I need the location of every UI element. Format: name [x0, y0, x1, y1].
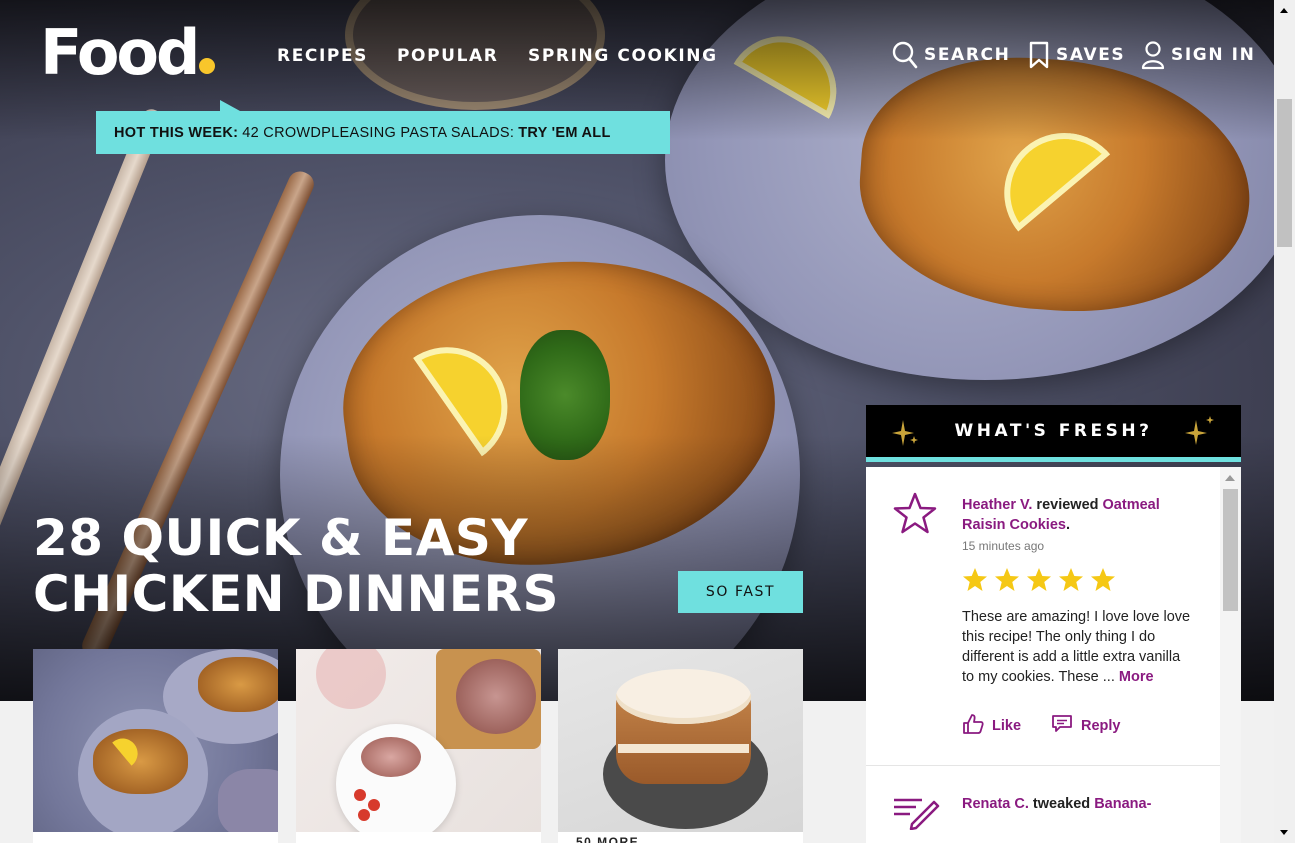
nav-recipes-link[interactable]: RECIPES [277, 46, 368, 66]
whats-fresh-header: WHAT'S FRESH? [866, 405, 1241, 462]
nav-spring-cooking-link[interactable]: SPRING COOKING [528, 46, 718, 66]
recipe-card[interactable]: 50 MORE [558, 649, 803, 843]
thumbs-up-icon [962, 713, 984, 739]
scroll-down-arrow[interactable] [1280, 830, 1288, 835]
bookmark-icon [1028, 40, 1050, 70]
promo-text: 42 CROWDPLEASING PASTA SALADS: [242, 124, 515, 141]
star-filled-icon [995, 568, 1019, 591]
star-filled-icon [1027, 568, 1051, 591]
saves-label: SAVES [1056, 45, 1126, 65]
whats-fresh-body: Heather V. reviewed Oatmeal Raisin Cooki… [866, 467, 1241, 843]
star-filled-icon [963, 568, 987, 591]
feed-timestamp: 15 minutes ago [962, 539, 1045, 553]
feed-item: Heather V. reviewed Oatmeal Raisin Cooki… [866, 467, 1220, 765]
star-filled-icon [1059, 568, 1083, 591]
activity-feed: Heather V. reviewed Oatmeal Raisin Cooki… [866, 467, 1220, 843]
star-outline-icon [892, 491, 938, 542]
ham-dinner-photo [296, 649, 541, 832]
feed-scrollbar[interactable] [1220, 467, 1241, 843]
so-fast-badge[interactable]: SO FAST [678, 571, 803, 613]
logo-text: Food [40, 16, 200, 89]
promo-lead: HOT THIS WEEK: [114, 124, 239, 141]
like-button[interactable]: Like [962, 713, 1021, 739]
review-body: These are amazing! I love love love this… [962, 609, 1191, 685]
more-link[interactable]: More [1119, 669, 1154, 685]
feed-verb: tweaked [1032, 796, 1091, 812]
scroll-thumb[interactable] [1277, 99, 1292, 247]
scroll-thumb[interactable] [1223, 489, 1238, 611]
recipe-card[interactable] [296, 649, 541, 843]
whats-fresh-title: WHAT'S FRESH? [954, 421, 1153, 441]
promo-banner[interactable]: HOT THIS WEEK: 42 CROWDPLEASING PASTA SA… [96, 100, 670, 154]
carrot-cake-photo [558, 649, 803, 832]
feed-headline: Heather V. reviewed Oatmeal Raisin Cooki… [962, 497, 1160, 533]
nav-popular-link[interactable]: POPULAR [397, 46, 498, 66]
feed-actions: Like Reply [962, 713, 1196, 765]
whats-fresh-panel: WHAT'S FRESH? Heather V. reviewed Oatmea… [866, 405, 1241, 843]
feed-user-link[interactable]: Heather V. [962, 497, 1032, 513]
pencil-lines-icon [892, 790, 940, 835]
like-label: Like [992, 718, 1022, 734]
page-scrollbar[interactable] [1274, 0, 1295, 843]
sparkle-icon [1183, 414, 1217, 451]
review-text: These are amazing! I love love love this… [962, 607, 1196, 687]
sign-in-button[interactable]: SIGN IN [1141, 40, 1255, 70]
chicken-cutlet-photo [33, 649, 278, 832]
reply-button[interactable]: Reply [1051, 714, 1121, 738]
user-icon [1141, 40, 1165, 70]
sign-in-label: SIGN IN [1171, 45, 1256, 65]
logo-dot [199, 58, 216, 74]
recipe-card[interactable] [33, 649, 278, 843]
rating-stars [962, 567, 1196, 593]
search-label: SEARCH [924, 45, 1011, 65]
reply-label: Reply [1081, 718, 1121, 734]
hero-title-line1: 28 QUICK & EASY [33, 509, 529, 567]
star-filled-icon [1091, 568, 1115, 591]
feed-user-link[interactable]: Renata C. [962, 796, 1029, 812]
feed-recipe-link[interactable]: Banana- [1094, 796, 1151, 812]
feed-headline: Renata C. tweaked Banana- [962, 794, 1196, 814]
top-nav: Food RECIPES POPULAR SPRING COOKING SEAR… [0, 0, 1274, 110]
comment-icon [1051, 714, 1073, 738]
search-icon [892, 40, 918, 70]
card-caption: 50 MORE [576, 835, 640, 843]
hero-title-line2: CHICKEN DINNERS [33, 565, 559, 623]
sparkle-icon [892, 418, 920, 453]
feed-verb: reviewed [1036, 497, 1099, 513]
food-logo[interactable]: Food [40, 16, 216, 89]
search-button[interactable]: SEARCH [892, 40, 1010, 70]
feed-item: Renata C. tweaked Banana- [866, 765, 1220, 831]
promo-cta: TRY 'EM ALL [518, 124, 611, 141]
scroll-up-arrow[interactable] [1225, 475, 1235, 481]
hero-title[interactable]: 28 QUICK & EASY CHICKEN DINNERS [33, 510, 559, 622]
saves-button[interactable]: SAVES [1028, 40, 1125, 70]
scroll-up-arrow[interactable] [1280, 8, 1288, 13]
